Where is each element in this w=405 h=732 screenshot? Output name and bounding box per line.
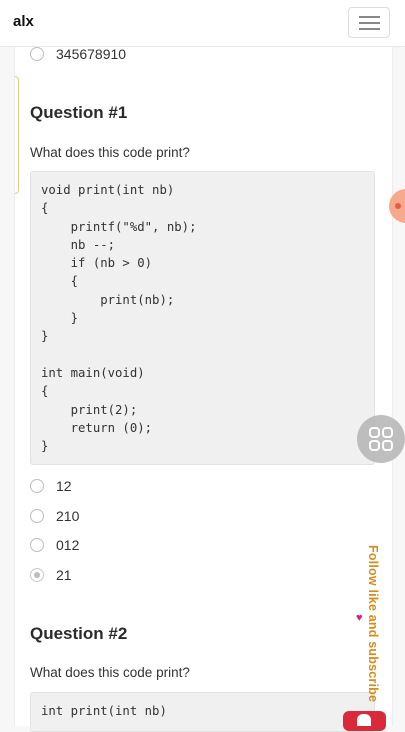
option-label: 12 xyxy=(56,478,72,494)
question-2-title: Question #2 xyxy=(30,624,128,643)
option-12[interactable]: 12 xyxy=(30,476,72,496)
radio-button[interactable] xyxy=(30,538,44,552)
option-210[interactable]: 210 xyxy=(30,506,79,526)
code-text: void print(int nb) { printf("%d", nb); n… xyxy=(41,183,197,454)
option-label: 012 xyxy=(56,537,80,553)
option-label: 210 xyxy=(56,508,80,524)
question-1-code-block: void print(int nb) { printf("%d", nb); n… xyxy=(30,171,375,465)
radio-button-selected[interactable] xyxy=(30,568,44,582)
radio-button[interactable] xyxy=(30,509,44,523)
radio-button[interactable] xyxy=(30,479,44,493)
question-2-prompt: What does this code print? xyxy=(30,665,190,680)
option-label: 345678910 xyxy=(56,46,127,62)
hamburger-icon[interactable] xyxy=(348,7,390,38)
record-button-icon[interactable] xyxy=(343,711,386,731)
question-1-prompt: What does this code print? xyxy=(30,145,190,160)
option-21[interactable]: 21 xyxy=(30,565,72,585)
option-label: 21 xyxy=(56,567,72,583)
radio-button[interactable] xyxy=(30,47,44,61)
heart-icon: ♥ xyxy=(356,612,363,624)
code-text: int print(int nb) xyxy=(41,704,167,718)
follow-subscribe-caption: Follow like and subscribe xyxy=(366,545,380,703)
alx-logo[interactable]: alx xyxy=(13,13,34,30)
question-2-code-block: int print(int nb) xyxy=(30,692,375,732)
grid-icon[interactable] xyxy=(357,415,405,463)
side-accent xyxy=(15,76,19,194)
question-1-title: Question #1 xyxy=(30,103,128,122)
top-bar: alx xyxy=(0,0,405,47)
option-012[interactable]: 012 xyxy=(30,535,79,555)
previous-option-row[interactable]: 345678910 xyxy=(30,44,126,64)
